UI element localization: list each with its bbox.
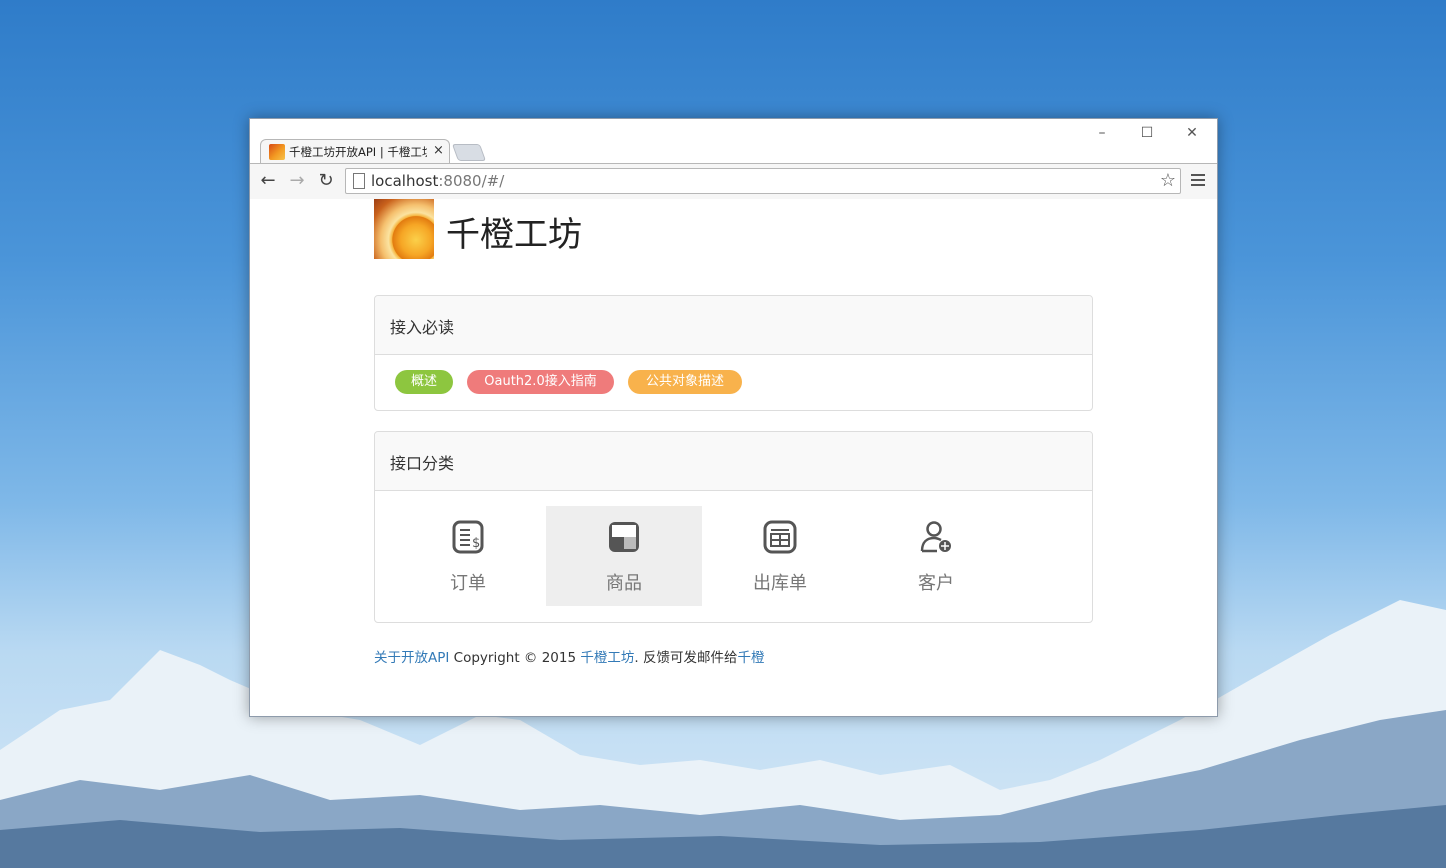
category-panel-header: [375, 432, 1092, 491]
maximize-button[interactable]: ☐: [1125, 121, 1169, 145]
company-link[interactable]: 千橙工坊: [580, 650, 634, 666]
favicon-icon: [269, 144, 285, 160]
guide-panel-header: [375, 296, 1092, 355]
new-tab-button[interactable]: [451, 144, 487, 161]
address-bar[interactable]: localhost:8080/#/ ☆: [345, 168, 1181, 194]
back-icon[interactable]: ←: [256, 169, 280, 193]
brand-logo: [374, 199, 434, 259]
page-footer: 关于开放API Copyright © 2015 千橙工坊. 反馈可发邮件给千橙: [374, 646, 764, 666]
forward-icon[interactable]: →: [285, 169, 309, 193]
category-label: 订单: [450, 573, 486, 594]
stockout-icon: [763, 520, 797, 554]
browser-tab[interactable]: 千橙工坊开放API | 千橙工坊 ×: [260, 139, 450, 164]
customer-icon: [920, 521, 951, 553]
browser-window: 千橙工坊开放API | 千橙工坊 × – ☐ ✕ ← → ↻ localhost…: [249, 118, 1218, 717]
category-product[interactable]: 商品: [546, 506, 702, 606]
url-text: localhost:8080/#/: [371, 172, 505, 190]
category-customer[interactable]: 客户: [858, 506, 1014, 606]
reload-icon[interactable]: ↻: [314, 169, 338, 193]
order-icon: $: [452, 520, 484, 554]
category-stockout[interactable]: 出库单: [702, 506, 858, 606]
copyright-text: Copyright © 2015: [449, 650, 581, 666]
minimize-button[interactable]: –: [1080, 121, 1124, 145]
title-bar: 千橙工坊开放API | 千橙工坊 × – ☐ ✕: [250, 119, 1217, 164]
product-icon: [609, 522, 639, 552]
close-button[interactable]: ✕: [1170, 121, 1214, 145]
category-label: 客户: [918, 573, 954, 594]
guide-panel: 接入必读 概述 Oauth2.0接入指南 公共对象描述: [374, 295, 1093, 411]
bookmark-star-icon[interactable]: ☆: [1160, 169, 1176, 193]
tab-title: 千橙工坊开放API | 千橙工坊: [289, 145, 427, 159]
page-content: 千橙工坊 接入必读 概述 Oauth2.0接入指南 公共对象描述 接口分类 $: [250, 199, 1217, 716]
brand-title: 千橙工坊: [446, 215, 582, 255]
browser-toolbar: ← → ↻ localhost:8080/#/ ☆: [250, 163, 1217, 200]
category-panel-title: 接口分类: [390, 454, 455, 473]
menu-icon[interactable]: [1191, 174, 1205, 189]
guide-panel-title: 接入必读: [390, 318, 455, 337]
feedback-text: . 反馈可发邮件给: [634, 650, 738, 666]
badge-oauth-guide[interactable]: Oauth2.0接入指南: [467, 370, 614, 394]
category-label: 商品: [606, 573, 642, 594]
category-panel: 接口分类 $ 订单 商品 出库单 客户: [374, 431, 1093, 623]
badge-common-objects[interactable]: 公共对象描述: [628, 370, 742, 394]
category-order[interactable]: $ 订单: [390, 506, 546, 606]
badge-overview[interactable]: 概述: [395, 370, 453, 394]
feedback-email-link[interactable]: 千橙: [737, 650, 764, 666]
category-label: 出库单: [753, 573, 807, 594]
svg-text:$: $: [472, 536, 480, 551]
tab-close-icon[interactable]: ×: [433, 143, 444, 158]
about-api-link[interactable]: 关于开放API: [374, 650, 449, 666]
page-icon: [353, 173, 365, 189]
